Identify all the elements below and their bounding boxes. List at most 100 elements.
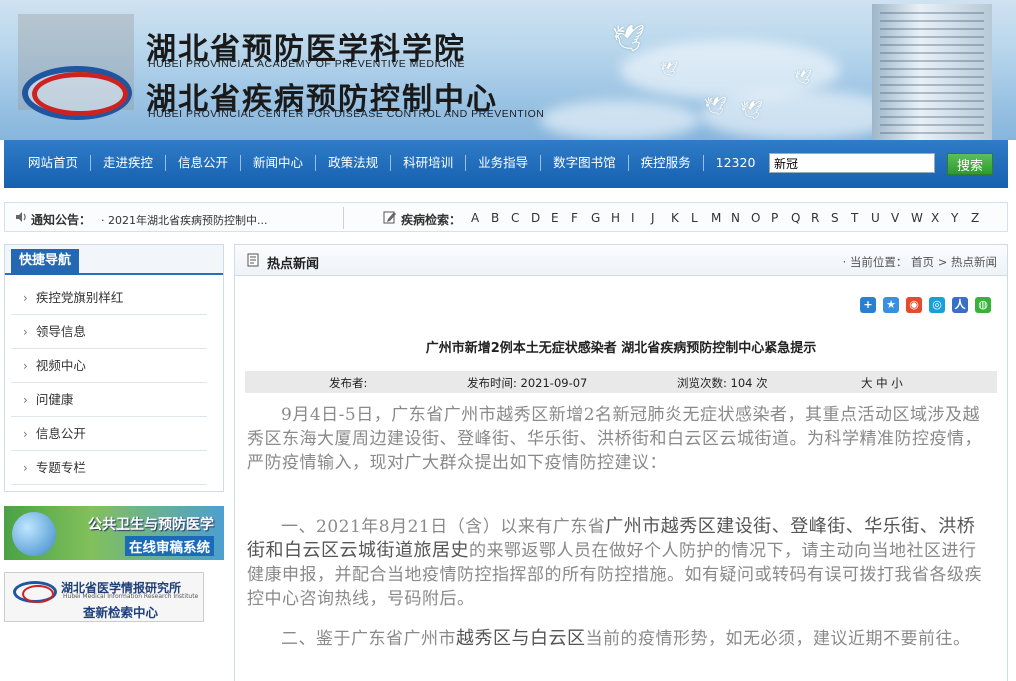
nav-item-library[interactable]: 数字图书馆	[541, 155, 629, 171]
index-letter[interactable]: G	[591, 211, 611, 225]
sidebar-item-info[interactable]: › 信息公开	[11, 417, 207, 451]
index-letter[interactable]: O	[751, 211, 771, 225]
chevron-right-icon: ›	[23, 325, 28, 339]
nav-item-policy[interactable]: 政策法规	[316, 155, 392, 171]
share-wechat-icon[interactable]: ◍	[975, 297, 991, 313]
index-letter[interactable]: Y	[951, 211, 971, 225]
nav-item-about[interactable]: 走进疾控	[91, 155, 167, 171]
globe-icon	[12, 512, 56, 556]
index-letter[interactable]: M	[711, 211, 731, 225]
index-letter[interactable]: V	[891, 211, 911, 225]
nav-item-services[interactable]: 疾控服务	[629, 155, 704, 171]
paragraph-highlight: 越秀区与白云区	[456, 628, 586, 649]
nav-item-research[interactable]: 科研培训	[391, 155, 467, 171]
sidebar-item-label: 专题专栏	[35, 460, 86, 475]
search-input[interactable]	[769, 153, 935, 173]
search-button[interactable]: 搜索	[947, 153, 993, 175]
paragraph-text: 一、2021年8月21日（含）以来有广东省	[281, 517, 606, 537]
banner-line: Hubei Medical Information Research Insti…	[63, 593, 199, 600]
share-qzone-icon[interactable]: ★	[883, 297, 899, 313]
sidebar-item-label: 视频中心	[35, 358, 86, 373]
dove-icon: 🕊	[704, 96, 727, 117]
index-letter[interactable]: D	[531, 211, 551, 225]
dove-icon: 🕊	[612, 24, 646, 54]
sidebar-item-label: 领导信息	[35, 324, 86, 339]
index-letter[interactable]: A	[471, 211, 491, 225]
nav-item-info-disclosure[interactable]: 信息公开	[166, 155, 242, 171]
notice-link[interactable]: · 2021年湖北省疾病预防控制中...	[101, 212, 267, 228]
share-weibo-icon[interactable]: ◉	[906, 297, 922, 313]
edit-icon	[383, 211, 396, 224]
review-system-banner[interactable]: 公共卫生与预防医学 在线审稿系统	[4, 506, 224, 560]
index-letter[interactable]: L	[691, 211, 711, 225]
nav-item-hotline[interactable]: 12320	[704, 155, 768, 171]
article-paragraph-3: 二、鉴于广东省广州市越秀区与白云区当前的疫情形势，如无必须，建议近期不要前往。	[247, 627, 993, 651]
index-letter[interactable]: P	[771, 211, 791, 225]
index-letter[interactable]: N	[731, 211, 751, 225]
sidebar-item-label: 问健康	[35, 392, 74, 407]
index-letter[interactable]: W	[911, 211, 931, 225]
institute-logo	[13, 581, 57, 603]
index-letter[interactable]: J	[651, 211, 671, 225]
index-letter[interactable]: X	[931, 211, 951, 225]
nav-item-guidance[interactable]: 业务指导	[466, 155, 542, 171]
banner-line: 查新检索中心	[83, 605, 159, 620]
sidebar-item-label: 疾控党旗别样红	[35, 290, 124, 305]
sidebar-item-label: 信息公开	[35, 426, 86, 441]
sidebar-item-leaders[interactable]: › 领导信息	[11, 315, 207, 349]
index-letter[interactable]: F	[571, 211, 591, 225]
sidebar-item-party[interactable]: › 疾控党旗别样红	[11, 281, 207, 315]
index-letter[interactable]: T	[851, 211, 871, 225]
logo-ring-red	[32, 72, 128, 116]
share-renren-icon[interactable]: 人	[952, 297, 968, 313]
index-letter[interactable]: B	[491, 211, 511, 225]
disease-index-letters: A B C D E F G H I J K L M N O P Q R S T …	[471, 211, 991, 225]
dove-icon: 🕊	[740, 100, 763, 121]
nav-item-home[interactable]: 网站首页	[18, 155, 92, 171]
cloud	[700, 90, 900, 140]
section-title: 热点新闻	[267, 257, 320, 272]
index-letter[interactable]: U	[871, 211, 891, 225]
cloud	[540, 100, 700, 140]
index-letter[interactable]: E	[551, 211, 571, 225]
sidebar-item-topics[interactable]: › 专题专栏	[11, 451, 207, 485]
notice-label: 通知公告：	[31, 213, 92, 227]
share-more-icon[interactable]: +	[860, 297, 876, 313]
chevron-right-icon: ›	[23, 427, 28, 441]
site-banner: 湖北省预防医学科学院 HUBEI PROVINCIAL ACADEMY OF P…	[0, 0, 1016, 140]
speaker-icon	[16, 212, 26, 222]
article-paragraph-2: 一、2021年8月21日（含）以来有广东省广州市越秀区建设街、登峰街、华乐街、洪…	[247, 515, 993, 611]
nav-item-news[interactable]: 新闻中心	[241, 155, 317, 171]
chevron-right-icon: ›	[23, 291, 28, 305]
index-letter[interactable]: S	[831, 211, 851, 225]
index-letter[interactable]: H	[611, 211, 631, 225]
quick-nav-panel: 快捷导航 › 疾控党旗别样红 › 领导信息 › 视频中心 › 问健康 › 信息公开 › 专题…	[4, 244, 224, 492]
breadcrumb[interactable]: · 当前位置： 首页 > 热点新闻	[843, 254, 997, 270]
building-image	[872, 4, 992, 140]
divider	[343, 207, 344, 229]
meta-publisher: 发布者:	[329, 376, 368, 390]
font-size-switcher[interactable]: 大 中 小	[861, 375, 903, 391]
site-title-academy-en: HUBEI PROVINCIAL ACADEMY OF PREVENTIVE M…	[148, 58, 465, 70]
index-letter[interactable]: Z	[971, 211, 991, 225]
chevron-right-icon: ›	[23, 393, 28, 407]
paragraph-text: 二、鉴于广东省广州市	[281, 629, 456, 649]
index-letter[interactable]: Q	[791, 211, 811, 225]
notice-bar: 通知公告： · 2021年湖北省疾病预防控制中... 疾病检索： A B C D…	[4, 202, 1008, 232]
index-letter[interactable]: R	[811, 211, 831, 225]
paragraph-text: 当前的疫情形势，如无必须，建议近期不要前往。	[585, 629, 971, 649]
index-letter[interactable]: I	[631, 211, 651, 225]
sidebar-item-ask-health[interactable]: › 问健康	[11, 383, 207, 417]
meta-views: 浏览次数: 104 次	[677, 376, 768, 390]
index-letter[interactable]: K	[671, 211, 691, 225]
dove-icon: 🕊	[660, 62, 678, 78]
share-tqq-icon[interactable]: ◎	[929, 297, 945, 313]
document-icon	[247, 253, 259, 267]
chevron-right-icon: ›	[23, 461, 28, 475]
article-meta-bar: 发布者: 发布时间: 2021-09-07 浏览次数: 104 次 大 中 小	[245, 371, 997, 393]
search-center-banner[interactable]: 湖北省医学情报研究所 Hubei Medical Information Res…	[4, 572, 204, 622]
banner-line: 在线审稿系统	[125, 536, 214, 556]
sidebar-item-video[interactable]: › 视频中心	[11, 349, 207, 383]
cdc-logo	[18, 14, 134, 120]
index-letter[interactable]: C	[511, 211, 531, 225]
